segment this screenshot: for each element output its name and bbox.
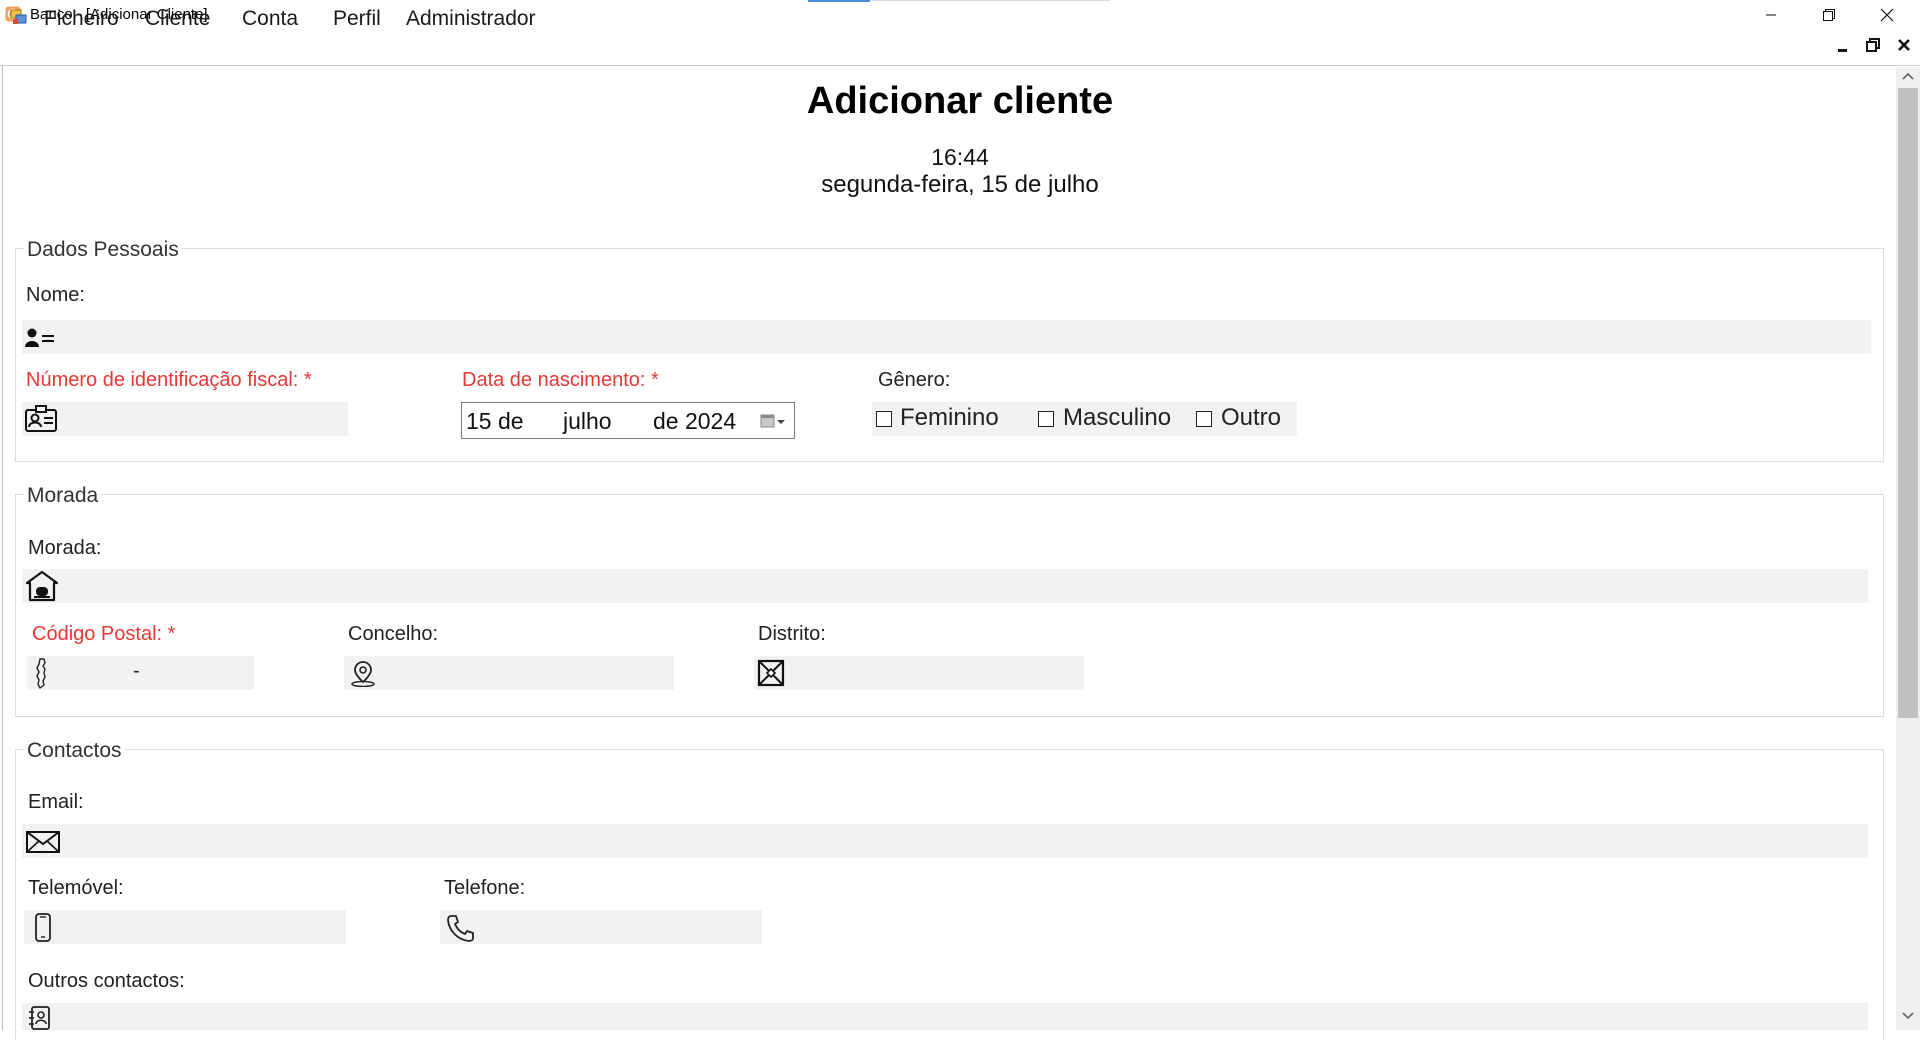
minimize-button[interactable] <box>1742 0 1800 29</box>
clock-date: segunda-feira, 15 de julho <box>821 171 1099 198</box>
group-legend-contactos: Contactos <box>24 739 125 763</box>
id-card-icon <box>25 405 57 432</box>
group-legend-morada: Morada <box>24 484 102 508</box>
scroll-down-icon[interactable] <box>1901 1011 1915 1021</box>
genero-label: Gênero: <box>878 369 951 391</box>
address-book-icon <box>29 1006 50 1030</box>
envelope-icon <box>26 831 60 853</box>
calendar-dropdown-icon[interactable] <box>760 413 788 429</box>
group-contactos <box>15 749 1884 1040</box>
location-pin-icon <box>351 661 375 687</box>
dob-day[interactable]: 15 de <box>466 408 524 435</box>
minimize-icon <box>1766 14 1776 15</box>
title-divider <box>870 0 1110 1</box>
close-button[interactable] <box>1858 0 1916 29</box>
menu-conta[interactable]: Conta <box>238 7 302 31</box>
nome-input[interactable] <box>22 320 1871 354</box>
distrito-label: Distrito: <box>758 623 826 645</box>
masculino-label[interactable]: Masculino <box>1063 404 1171 432</box>
morada-label: Morada: <box>28 537 102 559</box>
concelho-label: Concelho: <box>348 623 439 645</box>
district-map-icon <box>757 659 785 687</box>
house-icon <box>25 570 59 602</box>
clock-time: 16:44 <box>931 144 989 170</box>
nif-label: Número de identificação fiscal: * <box>26 369 312 391</box>
child-close-button[interactable] <box>1893 34 1915 56</box>
child-restore-button[interactable] <box>1862 34 1884 56</box>
minimize-icon <box>1838 49 1847 52</box>
child-minimize-button[interactable] <box>1832 36 1854 58</box>
distrito-input[interactable] <box>754 656 1084 690</box>
telephone-icon <box>447 915 474 942</box>
nif-input[interactable] <box>22 402 348 436</box>
title-accent <box>808 0 870 2</box>
dob-datepicker[interactable]: 15 de julho de 2024 <box>461 402 795 439</box>
restore-button[interactable] <box>1800 0 1858 29</box>
dob-label: Data de nascimento: * <box>462 369 659 391</box>
telemovel-label: Telemóvel: <box>28 877 124 899</box>
codigo-postal-input[interactable]: - <box>27 656 254 690</box>
menu-bar <box>0 29 1920 66</box>
codigo-postal-label: Código Postal: * <box>32 623 176 645</box>
concelho-input[interactable] <box>344 656 674 690</box>
email-label: Email: <box>28 791 84 813</box>
outros-contactos-label: Outros contactos: <box>28 970 185 992</box>
genero-group: Feminino Masculino Outro <box>872 402 1297 436</box>
codigo-postal-separator: - <box>133 660 140 682</box>
mobile-phone-icon <box>35 913 51 942</box>
telefone-label: Telefone: <box>444 877 526 899</box>
feminino-label[interactable]: Feminino <box>900 404 999 432</box>
outros-contactos-input[interactable] <box>22 1003 1868 1030</box>
portugal-map-icon <box>36 658 46 689</box>
telefone-input[interactable] <box>440 910 762 944</box>
close-icon <box>1898 39 1910 51</box>
group-legend-dados-pessoais: Dados Pessoais <box>24 238 182 262</box>
mdi-child-icon <box>10 9 27 24</box>
checkbox-outro[interactable] <box>1196 411 1212 427</box>
menu-cliente[interactable]: Cliente <box>141 7 214 31</box>
close-icon <box>1880 8 1894 21</box>
nome-label: Nome: <box>26 284 85 306</box>
dob-month[interactable]: julho <box>563 408 612 435</box>
outro-label[interactable]: Outro <box>1221 404 1281 432</box>
dob-year[interactable]: de 2024 <box>653 408 736 435</box>
menu-administrador[interactable]: Administrador <box>402 7 540 31</box>
morada-input[interactable] <box>22 569 1868 603</box>
menu-perfil[interactable]: Perfil <box>329 7 385 31</box>
checkbox-feminino[interactable] <box>876 411 892 427</box>
restore-icon <box>1823 8 1835 21</box>
email-input[interactable] <box>22 824 1868 858</box>
restore-icon <box>1866 38 1880 52</box>
page-title: Adicionar cliente <box>806 80 1114 122</box>
telemovel-input[interactable] <box>24 910 346 944</box>
person-card-icon <box>25 328 54 347</box>
menu-ficheiro[interactable]: Ficheiro <box>40 7 123 31</box>
checkbox-masculino[interactable] <box>1038 411 1054 427</box>
